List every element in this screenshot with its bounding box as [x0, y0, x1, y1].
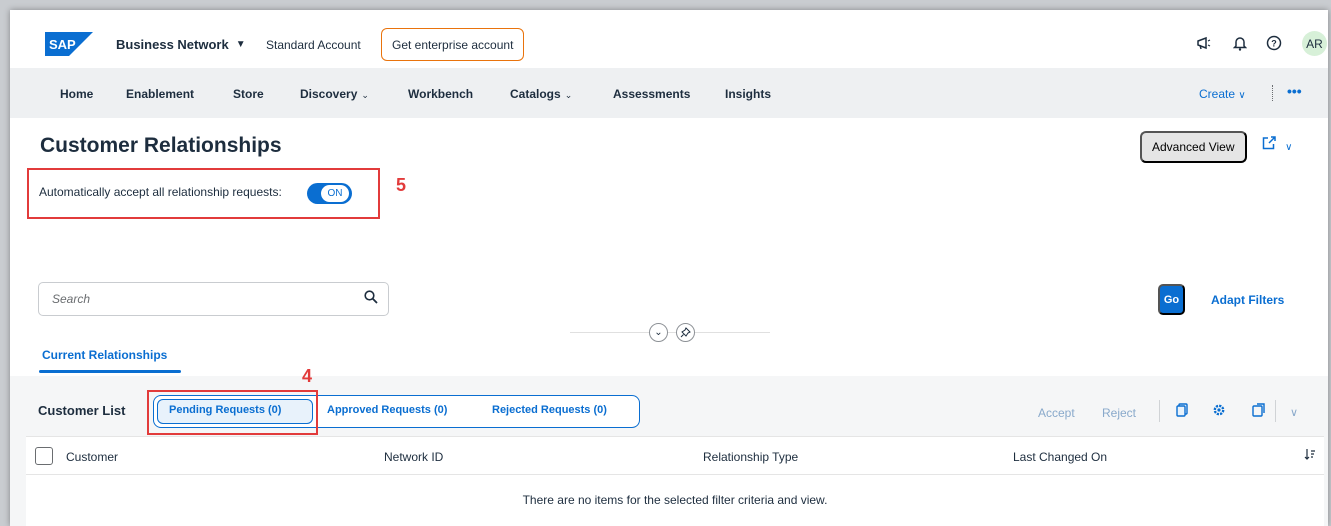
collapse-header-button[interactable]: ⌄ [649, 323, 668, 342]
column-header-relationship-type[interactable]: Relationship Type [703, 450, 798, 464]
segment-approved-requests[interactable]: Approved Requests (0) [327, 404, 447, 416]
nav-store[interactable]: Store [233, 87, 264, 101]
chevron-down-icon: ⌄ [564, 90, 573, 100]
tab-current-relationships[interactable]: Current Relationships [42, 348, 167, 362]
sap-logo-text: SAP [49, 37, 76, 52]
copy-icon[interactable] [1176, 403, 1188, 420]
svg-text:?: ? [1271, 39, 1277, 49]
overflow-menu-icon[interactable]: ••• [1287, 83, 1302, 99]
chevron-down-icon: ∨ [1238, 90, 1246, 101]
step-marker-4: 4 [302, 366, 313, 386]
sap-logo[interactable]: SAP [45, 32, 93, 56]
nav-workbench-label: Workbench [408, 87, 474, 101]
search-input[interactable] [52, 292, 352, 306]
nav-enablement[interactable]: Enablement [126, 87, 194, 101]
help-icon[interactable]: ? [1265, 34, 1283, 52]
list-title: Customer List [38, 403, 126, 418]
toolbar-divider [1159, 400, 1160, 422]
nav-insights[interactable]: Insights [725, 87, 771, 101]
search-field[interactable] [38, 282, 389, 316]
auto-accept-label: Automatically accept all relationship re… [39, 185, 282, 199]
share-icon[interactable]: ∨ [1262, 136, 1293, 154]
pin-header-button[interactable] [676, 323, 695, 342]
pending-requests-highlight [147, 390, 318, 435]
nav-enablement-label: Enablement [126, 87, 195, 101]
nav-catalogs-label: Catalogs [510, 87, 561, 101]
column-header-network-id[interactable]: Network ID [384, 450, 443, 464]
advanced-view-button[interactable]: Advanced View [1140, 131, 1247, 163]
product-switcher[interactable]: Business Network ▼ [116, 37, 246, 52]
nav-workbench[interactable]: Workbench [408, 87, 473, 101]
column-header-customer[interactable]: Customer [66, 450, 118, 464]
table-header: Customer Network ID Relationship Type La… [26, 436, 1324, 475]
toolbar-divider [1275, 400, 1276, 422]
nav-insights-label: Insights [725, 87, 772, 101]
pin-icon [680, 327, 691, 338]
nav-discovery-label: Discovery [300, 87, 358, 101]
column-header-last-changed-on[interactable]: Last Changed On [1013, 450, 1107, 464]
empty-message: There are no items for the selected filt… [522, 493, 828, 507]
settings-icon[interactable] [1212, 403, 1226, 420]
search-icon[interactable] [364, 290, 378, 308]
nav-home-label: Home [60, 87, 94, 101]
chevron-down-icon: ⌄ [654, 327, 663, 338]
avatar[interactable]: AR [1302, 31, 1327, 56]
go-button[interactable]: Go [1158, 284, 1185, 315]
chevron-down-icon: ∨ [1285, 142, 1293, 153]
header-divider [570, 332, 770, 333]
product-name: Business Network [116, 37, 229, 52]
create-label: Create [1199, 87, 1236, 101]
select-all-checkbox[interactable] [35, 447, 53, 465]
page-title: Customer Relationships [40, 134, 282, 157]
app-window: SAP Business Network ▼ Standard Account … [10, 10, 1328, 526]
adapt-filters-link[interactable]: Adapt Filters [1211, 293, 1284, 307]
tab-selected-indicator [39, 370, 181, 373]
step-marker-5: 5 [396, 175, 407, 195]
accept-button[interactable]: Accept [1038, 406, 1075, 420]
toggle-state: ON [321, 185, 349, 202]
nav-discovery[interactable]: Discovery ⌄ [300, 87, 369, 101]
nav-home[interactable]: Home [60, 87, 93, 101]
create-menu-button[interactable]: Create ∨ [1199, 87, 1246, 101]
chevron-down-icon[interactable]: ∨ [1290, 406, 1298, 419]
export-icon[interactable] [1252, 403, 1266, 420]
shell-bar: SAP Business Network ▼ Standard Account … [10, 10, 1328, 68]
nav-assessments[interactable]: Assessments [613, 87, 690, 101]
chevron-down-icon: ⌄ [361, 90, 369, 100]
get-enterprise-account-button[interactable]: Get enterprise account [381, 28, 525, 61]
nav-catalogs[interactable]: Catalogs ⌄ [510, 87, 572, 101]
nav-store-label: Store [233, 87, 264, 101]
megaphone-icon[interactable] [1195, 34, 1213, 52]
segment-rejected-requests[interactable]: Rejected Requests (0) [492, 404, 607, 416]
auto-accept-toggle[interactable]: ON [307, 183, 352, 204]
sort-icon[interactable] [1304, 448, 1316, 463]
caret-down-icon: ▼ [235, 39, 246, 50]
nav-assessments-label: Assessments [613, 87, 691, 101]
top-navigation: Home Enablement Store Discovery ⌄ Workben… [10, 68, 1328, 118]
empty-table-row: There are no items for the selected filt… [26, 475, 1324, 526]
account-label: Standard Account [266, 38, 361, 52]
reject-button[interactable]: Reject [1102, 406, 1136, 420]
nav-divider [1272, 85, 1273, 101]
bell-icon[interactable] [1231, 34, 1249, 52]
